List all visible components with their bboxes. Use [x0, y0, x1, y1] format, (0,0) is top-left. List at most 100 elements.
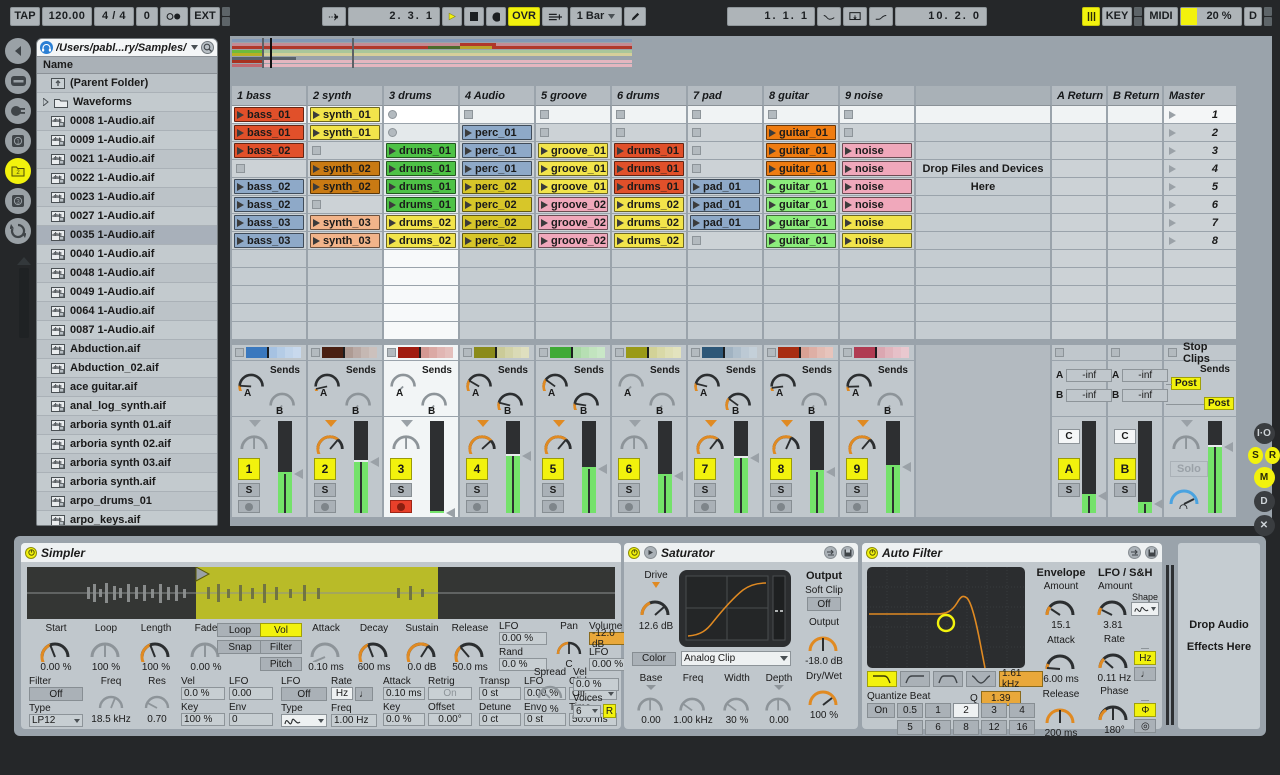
clip-slot[interactable]: [840, 106, 916, 124]
empty-clip-slot[interactable]: [612, 322, 688, 340]
power-icon[interactable]: [628, 547, 640, 559]
empty-clip-slot[interactable]: [612, 268, 688, 286]
auto-filter-titlebar[interactable]: Auto Filter: [862, 543, 1162, 562]
clip-slot[interactable]: perc_02: [460, 196, 536, 214]
clip-play-icon[interactable]: [769, 165, 776, 173]
start-knob[interactable]: [39, 634, 73, 662]
volume-fader-handle[interactable]: [734, 456, 748, 458]
clip-slot[interactable]: drums_01: [384, 196, 460, 214]
color-swatch[interactable]: [825, 347, 833, 358]
color-swatch[interactable]: [563, 347, 571, 358]
clip-play-icon[interactable]: [237, 111, 244, 119]
waveshaper-dropdown[interactable]: Analog Clip: [681, 651, 791, 666]
browser-list-item[interactable]: arboria synth 01.aif: [37, 416, 217, 435]
clip-play-icon[interactable]: [769, 183, 776, 191]
hot-swap-icon[interactable]: [824, 546, 837, 559]
clip-play-icon[interactable]: [465, 237, 472, 245]
volume-fader-arrow[interactable]: [370, 457, 379, 467]
color-swatch[interactable]: [791, 347, 799, 358]
color-swatch[interactable]: [673, 347, 681, 358]
color-swatch[interactable]: [361, 347, 369, 358]
track-activator-button[interactable]: 2: [314, 458, 336, 480]
empty-clip-slot[interactable]: [308, 304, 384, 322]
color-swatch[interactable]: [497, 347, 505, 358]
clip-slot[interactable]: bass_02: [232, 142, 308, 160]
clip[interactable]: pad_01: [690, 197, 760, 212]
quantize-value-button[interactable]: 12: [981, 720, 1007, 735]
clip-slot[interactable]: [688, 142, 764, 160]
volume-fader-handle[interactable]: [1082, 494, 1096, 496]
color-swatch[interactable]: [626, 347, 639, 358]
browser-list-item[interactable]: 0021 1-Audio.aif: [37, 150, 217, 169]
clip[interactable]: synth_03: [310, 233, 380, 248]
quantize-value-button[interactable]: 2: [953, 703, 979, 718]
clip-play-icon[interactable]: [845, 165, 852, 173]
empty-clip-slot[interactable]: [764, 286, 840, 304]
pan-knob[interactable]: [467, 427, 499, 454]
clip[interactable]: synth_01: [310, 107, 380, 122]
clip-play-icon[interactable]: [237, 183, 244, 191]
clip-play-icon[interactable]: [541, 147, 548, 155]
color-swatch[interactable]: [877, 347, 885, 358]
empty-clip-slot[interactable]: [764, 250, 840, 268]
filter-type-dropdown[interactable]: LP12: [29, 714, 83, 727]
clip-slot[interactable]: guitar_01: [764, 214, 840, 232]
track-activator-checkbox[interactable]: [1055, 348, 1064, 357]
solo-button[interactable]: S: [846, 483, 868, 497]
clip[interactable]: noise: [842, 179, 912, 194]
track-color-chooser[interactable]: [778, 347, 835, 358]
base-knob[interactable]: [636, 690, 666, 715]
color-swatch[interactable]: [885, 347, 893, 358]
clip-play-icon[interactable]: [769, 237, 776, 245]
clip-stop-button[interactable]: [692, 110, 701, 119]
send-a-knob[interactable]: [617, 366, 647, 391]
color-swatch[interactable]: [581, 347, 589, 358]
clip-stop-button[interactable]: [692, 236, 701, 245]
clip-play-icon[interactable]: [541, 201, 548, 209]
clip-slot[interactable]: [232, 160, 308, 178]
automation-arm-icon[interactable]: [542, 7, 568, 26]
clip-slot[interactable]: synth_02: [308, 178, 384, 196]
clip-slot[interactable]: noise: [840, 214, 916, 232]
color-swatch[interactable]: [513, 347, 521, 358]
output-knob[interactable]: [807, 628, 841, 656]
send-a-knob[interactable]: [389, 366, 419, 391]
env-attack-knob[interactable]: [1044, 646, 1078, 674]
lfo-shape-dropdown[interactable]: [1131, 602, 1159, 616]
clip-slot[interactable]: drums_02: [384, 214, 460, 232]
clip-play-icon[interactable]: [769, 219, 776, 227]
clip-stop-button[interactable]: [540, 128, 549, 137]
clip[interactable]: synth_01: [310, 125, 380, 140]
browser-list-item[interactable]: 0035 1-Audio.aif: [37, 226, 217, 245]
clip-slot[interactable]: groove_01: [536, 142, 612, 160]
color-swatch[interactable]: [867, 347, 875, 358]
clip-slot[interactable]: noise: [840, 142, 916, 160]
attack-knob[interactable]: [309, 634, 343, 662]
browser-path-bar[interactable]: /Users/pabl...ry/Samples/: [37, 39, 217, 57]
color-button[interactable]: Color: [632, 652, 676, 666]
clip[interactable]: drums_01: [386, 161, 456, 176]
volume-fader-handle[interactable]: [278, 472, 292, 474]
scene-launch-slot[interactable]: 2: [1164, 124, 1238, 142]
send-a-knob[interactable]: [237, 366, 267, 391]
track-header[interactable]: 4 Audio: [460, 86, 536, 106]
color-swatch[interactable]: [639, 347, 647, 358]
browser-list-item[interactable]: arpo_drums_01: [37, 492, 217, 511]
clip[interactable]: bass_03: [234, 233, 304, 248]
volume-fader-handle[interactable]: [506, 454, 520, 456]
clip-play-icon[interactable]: [389, 219, 396, 227]
lfo-offset-field[interactable]: 0.00°: [428, 713, 472, 726]
pan-knob[interactable]: [1171, 427, 1203, 454]
volume-fader-arrow[interactable]: [446, 508, 455, 518]
clip-play-icon[interactable]: [465, 183, 472, 191]
volume-fader-arrow[interactable]: [1098, 491, 1107, 501]
track-header[interactable]: 2 synth: [308, 86, 384, 106]
browser-list-item[interactable]: arboria synth 02.aif: [37, 435, 217, 454]
clip[interactable]: drums_02: [386, 233, 456, 248]
empty-clip-slot[interactable]: [612, 286, 688, 304]
clip[interactable]: drums_02: [386, 215, 456, 230]
freq-knob[interactable]: [678, 690, 708, 715]
pan-knob[interactable]: [554, 633, 584, 659]
arm-record-button[interactable]: [390, 500, 412, 513]
empty-clip-slot[interactable]: [384, 268, 460, 286]
